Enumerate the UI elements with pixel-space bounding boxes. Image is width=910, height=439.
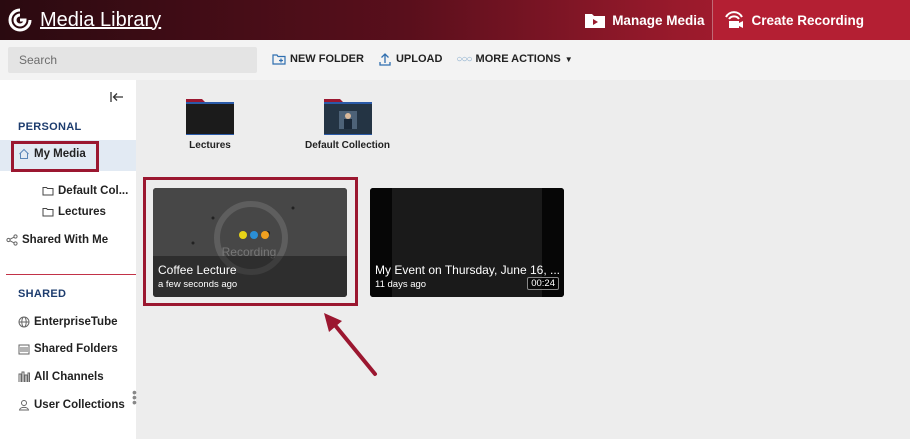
duration-badge: 00:24 bbox=[527, 277, 559, 290]
channels-icon bbox=[18, 371, 30, 383]
manage-media-label: Manage Media bbox=[612, 12, 705, 28]
globe-icon bbox=[18, 316, 30, 328]
more-actions-label: MORE ACTIONS bbox=[475, 53, 561, 65]
sidebar: PERSONAL My Media Default Col... Lecture… bbox=[0, 80, 137, 439]
upload-icon bbox=[379, 53, 391, 66]
more-actions-button[interactable]: ○○○ MORE ACTIONS ▼ bbox=[456, 53, 572, 65]
personal-section-title: PERSONAL bbox=[18, 121, 82, 133]
media-title: My Event on Thursday, June 16, ... bbox=[375, 263, 560, 277]
enterprisetube-label: EnterpriseTube bbox=[34, 316, 118, 328]
chevron-down-icon: ▼ bbox=[564, 54, 573, 64]
create-recording-button[interactable]: Create Recording bbox=[713, 0, 910, 40]
webcam-icon bbox=[725, 11, 744, 28]
media-timestamp: a few seconds ago bbox=[158, 279, 238, 290]
my-media-label: My Media bbox=[34, 148, 86, 160]
new-folder-label: NEW FOLDER bbox=[290, 53, 364, 65]
sidebar-item-shared-folders[interactable]: Shared Folders bbox=[18, 343, 118, 355]
sidebar-item-my-media[interactable]: My Media bbox=[18, 148, 86, 160]
sidebar-item-all-channels[interactable]: All Channels bbox=[18, 371, 104, 383]
toolbar: NEW FOLDER UPLOAD ○○○ MORE ACTIONS ▼ bbox=[0, 40, 910, 80]
folder-lectures[interactable]: Lectures bbox=[186, 97, 234, 151]
share-icon bbox=[6, 234, 18, 246]
search-input[interactable] bbox=[8, 47, 257, 73]
new-folder-button[interactable]: NEW FOLDER bbox=[272, 53, 364, 65]
media-title: Coffee Lecture bbox=[158, 263, 237, 277]
sidebar-item-enterprisetube[interactable]: EnterpriseTube bbox=[18, 316, 118, 328]
folder-label: Lectures bbox=[189, 140, 231, 151]
sidebar-item-default-collection[interactable]: Default Col... bbox=[42, 185, 128, 197]
default-collection-label: Default Col... bbox=[58, 185, 129, 197]
user-collections-label: User Collections bbox=[34, 399, 125, 411]
shared-folders-icon bbox=[18, 343, 30, 355]
folder-icon bbox=[42, 207, 54, 217]
folder-play-icon bbox=[585, 14, 606, 28]
media-timestamp: 11 days ago bbox=[375, 279, 427, 290]
create-recording-label: Create Recording bbox=[751, 12, 864, 28]
upload-button[interactable]: UPLOAD bbox=[378, 52, 442, 66]
shared-with-me-label: Shared With Me bbox=[22, 234, 109, 246]
logo-icon[interactable] bbox=[0, 0, 40, 40]
folder-default-collection[interactable]: Default Collection bbox=[305, 97, 390, 151]
folder-thumbnail-icon bbox=[186, 99, 234, 135]
app-title[interactable]: Media Library bbox=[40, 9, 161, 32]
manage-media-button[interactable]: Manage Media bbox=[574, 0, 712, 40]
app-header: Media Library Manage Media Create Record… bbox=[0, 0, 910, 40]
resize-handle-icon[interactable]: • • • bbox=[132, 385, 137, 409]
upload-label: UPLOAD bbox=[395, 53, 443, 65]
collapse-sidebar-icon[interactable] bbox=[110, 90, 124, 106]
folder-icon bbox=[42, 186, 54, 196]
folder-label: Default Collection bbox=[305, 140, 391, 151]
media-card-coffee-lecture[interactable]: Recording Coffee Lecture a few seconds a… bbox=[153, 188, 347, 297]
home-icon bbox=[18, 148, 30, 160]
shared-section-title: SHARED bbox=[18, 288, 67, 300]
user-icon bbox=[18, 399, 30, 411]
sidebar-item-shared-with-me[interactable]: Shared With Me bbox=[6, 234, 108, 246]
more-dots-icon: ○○○ bbox=[456, 53, 472, 65]
lectures-label: Lectures bbox=[58, 206, 106, 218]
all-channels-label: All Channels bbox=[34, 371, 104, 383]
folder-thumbnail-icon bbox=[323, 99, 372, 135]
media-card-my-event[interactable]: My Event on Thursday, June 16, ... 11 da… bbox=[370, 188, 564, 297]
sidebar-divider bbox=[6, 274, 136, 275]
annotation-arrow-icon bbox=[324, 313, 377, 376]
sidebar-item-user-collections[interactable]: User Collections bbox=[18, 399, 125, 411]
new-folder-icon bbox=[272, 54, 286, 65]
sidebar-item-lectures[interactable]: Lectures bbox=[42, 206, 106, 218]
shared-folders-label: Shared Folders bbox=[34, 343, 118, 355]
